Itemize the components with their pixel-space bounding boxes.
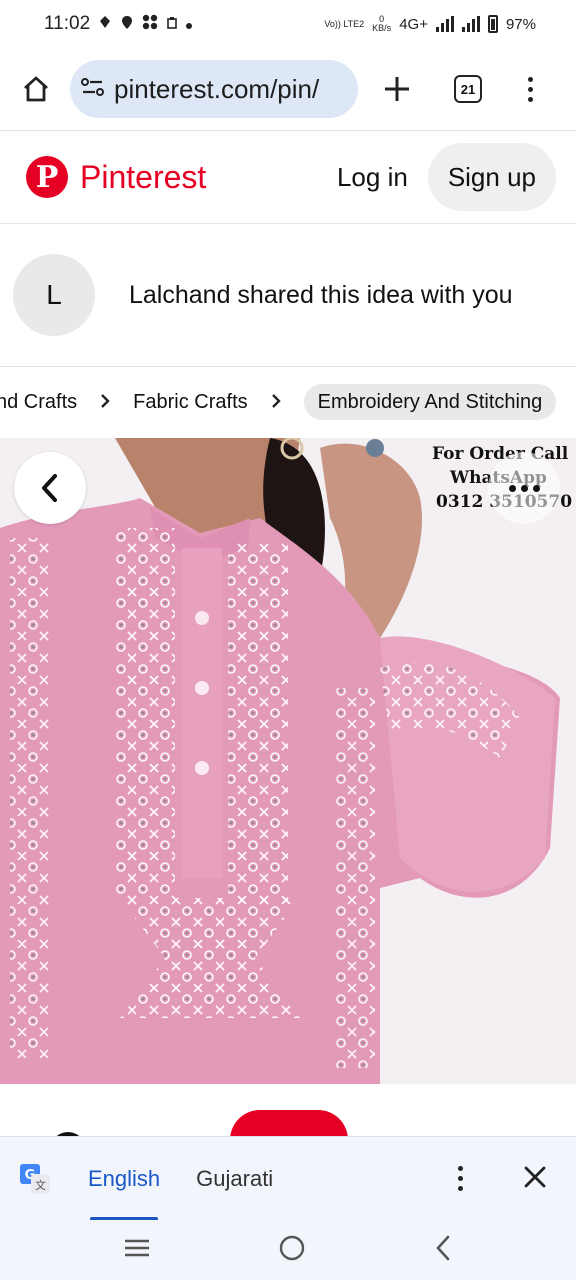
breadcrumb: nd Crafts Fabric Crafts Embroidery And S…: [0, 367, 576, 437]
recent-apps-icon[interactable]: [123, 1237, 151, 1264]
browser-menu-icon[interactable]: [526, 76, 534, 102]
pinterest-header: P Pinterest Log in Sign up: [0, 131, 576, 223]
language-tab-label: English: [88, 1165, 161, 1191]
system-navigation-bar: [0, 1220, 576, 1280]
google-translate-icon[interactable]: G 文: [18, 1162, 52, 1196]
shared-banner: L Lalchand shared this idea with you: [0, 224, 576, 366]
chevron-right-icon: [270, 389, 282, 415]
breadcrumb-current[interactable]: Embroidery And Stitching: [303, 384, 557, 420]
data-speed: 0 KB/s: [372, 14, 392, 33]
home-icon[interactable]: [16, 69, 56, 109]
site-settings-icon[interactable]: [80, 75, 106, 104]
language-tab-english[interactable]: English: [88, 1137, 160, 1221]
battery-icon: [487, 15, 498, 33]
back-button[interactable]: [14, 452, 86, 524]
app-notification-icon: [98, 15, 112, 33]
signal-icon: [435, 16, 454, 32]
pin-photo: [0, 438, 576, 1084]
status-time: 11:02: [44, 13, 91, 34]
login-button[interactable]: Log in: [337, 162, 408, 193]
network-type: 4G+: [399, 15, 428, 33]
avatar-initial: L: [46, 279, 62, 310]
browser-toolbar: pinterest.com/pin/ 21: [0, 48, 576, 130]
avatar[interactable]: L: [13, 254, 95, 336]
breadcrumb-current-label: Embroidery And Stitching: [317, 390, 543, 413]
signup-button[interactable]: Sign up: [427, 143, 556, 211]
tab-switcher-button[interactable]: 21: [454, 75, 482, 103]
status-indicators: Vo)) LTE2 0 KB/s 4G+ 97%: [324, 15, 536, 33]
battery-percent: 97%: [505, 15, 536, 33]
app-notification-icon: [142, 14, 158, 34]
app-notification-icon: [167, 16, 177, 33]
breadcrumb-item[interactable]: nd Crafts: [0, 391, 77, 414]
signup-label: Sign up: [447, 161, 536, 192]
translate-menu-icon[interactable]: [456, 1166, 464, 1191]
dot-icon: [186, 16, 193, 33]
url-bar[interactable]: pinterest.com/pin/: [70, 60, 358, 118]
shared-message: Lalchand shared this idea with you: [129, 280, 513, 309]
chevron-right-icon: [99, 389, 111, 415]
back-icon[interactable]: [433, 1234, 453, 1267]
new-tab-icon[interactable]: [382, 74, 412, 104]
brand-name[interactable]: Pinterest: [80, 159, 206, 196]
language-tab-gujarati[interactable]: Gujarati: [196, 1166, 273, 1192]
signal-icon: [461, 16, 480, 32]
app-notification-icon: [121, 15, 133, 34]
more-options-button[interactable]: [488, 452, 560, 524]
svg-text:文: 文: [35, 1178, 46, 1192]
pin-image[interactable]: [0, 438, 576, 1084]
breadcrumb-item[interactable]: Fabric Crafts: [133, 391, 247, 414]
chevron-left-icon: [42, 474, 57, 502]
url-text: pinterest.com/pin/: [114, 73, 320, 104]
volte-indicator: Vo)) LTE2: [324, 18, 365, 29]
status-bar: 11:02 Vo)) LTE2 0 KB/s 4G+ 97%: [0, 0, 576, 48]
translate-bar: G 文 English Gujarati: [0, 1136, 576, 1221]
tab-count: 21: [460, 81, 476, 97]
home-circle-icon[interactable]: [278, 1234, 306, 1267]
notification-icons: [98, 14, 193, 34]
pinterest-logo-icon[interactable]: P: [26, 156, 68, 198]
close-icon[interactable]: [524, 1162, 546, 1196]
